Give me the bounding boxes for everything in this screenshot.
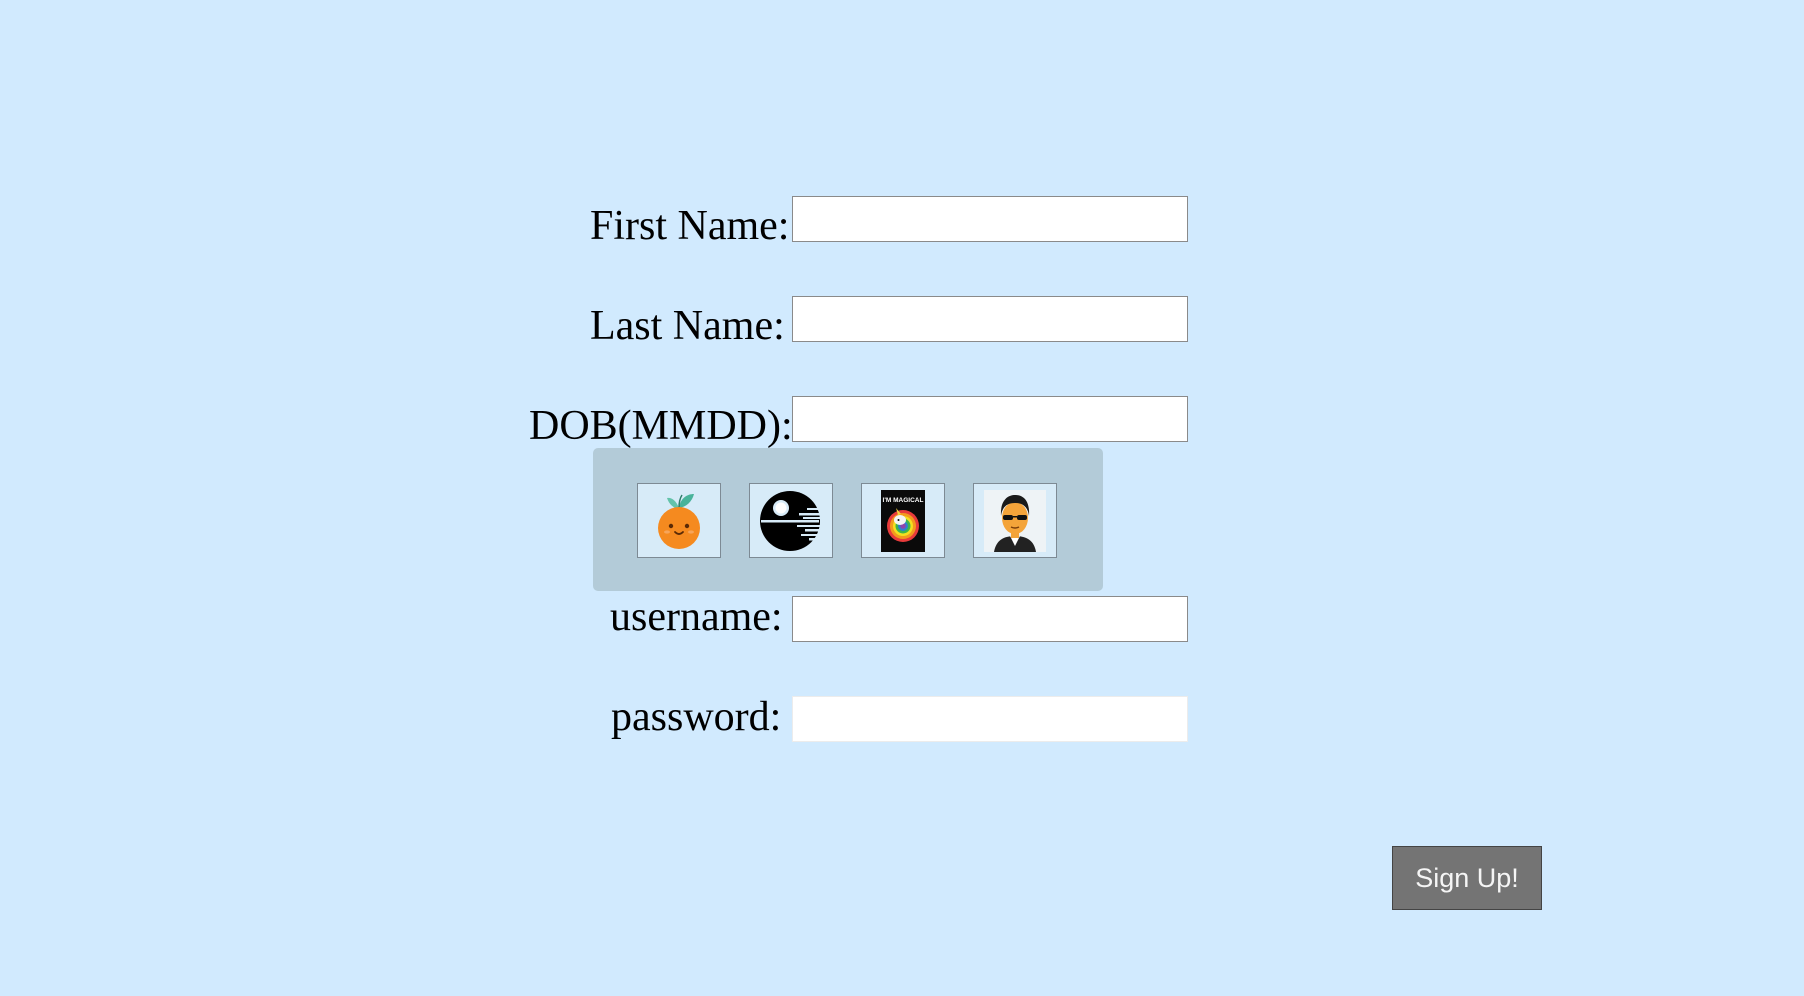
death-star-icon: [760, 490, 823, 551]
dob-input[interactable]: [792, 396, 1188, 442]
password-label: password:: [611, 694, 782, 740]
last-name-label: Last Name:: [590, 303, 785, 349]
sign-up-button[interactable]: Sign Up!: [1392, 846, 1542, 910]
last-name-input[interactable]: [792, 296, 1188, 342]
username-input[interactable]: [792, 596, 1188, 642]
avatar-option-orange[interactable]: [637, 483, 721, 558]
svg-text:I'M MAGICAL: I'M MAGICAL: [883, 497, 924, 504]
first-name-label: First Name:: [590, 203, 790, 249]
dob-label: DOB(MMDD):: [529, 403, 793, 449]
person-sunglasses-icon: [984, 489, 1046, 552]
avatar-option-death-star[interactable]: [749, 483, 833, 558]
username-label: username:: [610, 594, 783, 640]
avatar-option-im-magical[interactable]: I'M MAGICAL: [861, 483, 945, 558]
password-input[interactable]: [792, 696, 1188, 742]
avatar-option-sunglasses-person[interactable]: [973, 483, 1057, 558]
avatar-picker-panel: I'M MAGICAL: [593, 448, 1103, 591]
orange-fruit-icon: [658, 493, 700, 549]
first-name-input[interactable]: [792, 196, 1188, 242]
im-magical-unicorn-icon: I'M MAGICAL: [881, 489, 925, 552]
